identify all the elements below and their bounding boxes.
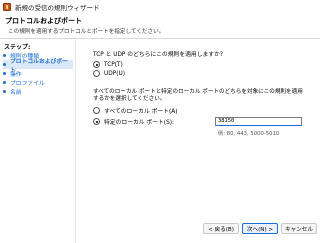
radio-all-ports-indicator[interactable] — [93, 107, 100, 114]
wizard-header: プロトコルおよびポート この規則を適用するプロトコルとポートを指定してください。 — [0, 14, 320, 39]
step-profile[interactable]: プロファイル — [3, 78, 45, 87]
ports-question: すべてのローカル ポートと特定のローカル ポートのどちらを対象にこの規則を適用す… — [93, 89, 303, 102]
window-titlebar: 新規の受信の規則ウィザード — [0, 0, 320, 14]
radio-specific-ports-label: 特定のローカル ポート(S): — [104, 120, 174, 126]
step-bullet-icon — [3, 81, 6, 84]
window-title: 新規の受信の規則ウィザード — [15, 4, 100, 12]
radio-tcp-label: TCP(T) — [104, 61, 123, 68]
radio-udp-label: UDP(U) — [104, 70, 125, 77]
steps-title: ステップ: — [4, 44, 31, 51]
port-input[interactable]: 38150 — [215, 117, 302, 126]
radio-all-ports-label: すべてのローカル ポート(A) — [104, 109, 178, 115]
page-title: プロトコルおよびポート — [5, 17, 82, 25]
back-button[interactable]: < 戻る(B) — [203, 223, 239, 234]
wizard-content: TCP と UDP のどちらにこの規則を適用しますか? TCP(T) UDP(U… — [76, 40, 320, 243]
step-bullet-icon — [3, 72, 6, 75]
step-protocol-and-ports[interactable]: プロトコルおよびポート — [3, 59, 73, 74]
steps-sidebar: ステップ: 規則の種類 プロトコルおよびポート 操作 プロファイル 名前 — [0, 40, 76, 243]
step-label: 名前 — [10, 90, 22, 96]
radio-udp-indicator[interactable] — [93, 70, 100, 77]
radio-tcp-indicator[interactable] — [93, 61, 100, 68]
step-name[interactable]: 名前 — [3, 87, 22, 96]
page-description: この規則を適用するプロトコルとポートを指定してください。 — [8, 29, 165, 35]
wizard-footer: < 戻る(B) 次へ(N) > キャンセル — [76, 218, 320, 243]
step-bullet-icon — [3, 90, 6, 93]
step-action[interactable]: 操作 — [3, 69, 22, 78]
port-example-hint: 例: 80, 443, 5000-5010 — [218, 131, 280, 137]
step-bullet-icon — [3, 63, 6, 66]
cancel-button[interactable]: キャンセル — [281, 223, 317, 234]
step-label: 操作 — [10, 72, 22, 78]
radio-tcp[interactable]: TCP(T) — [93, 61, 123, 68]
radio-specific-local-ports[interactable]: 特定のローカル ポート(S): — [93, 117, 174, 126]
radio-all-local-ports[interactable]: すべてのローカル ポート(A) — [93, 106, 177, 115]
step-bullet-icon — [3, 54, 6, 57]
radio-specific-ports-indicator[interactable] — [93, 118, 100, 125]
next-button[interactable]: 次へ(N) > — [242, 223, 278, 234]
radio-udp[interactable]: UDP(U) — [93, 70, 125, 77]
protocol-question: TCP と UDP のどちらにこの規則を適用しますか? — [93, 52, 223, 58]
firewall-icon — [3, 3, 11, 11]
step-label: プロファイル — [10, 81, 45, 87]
